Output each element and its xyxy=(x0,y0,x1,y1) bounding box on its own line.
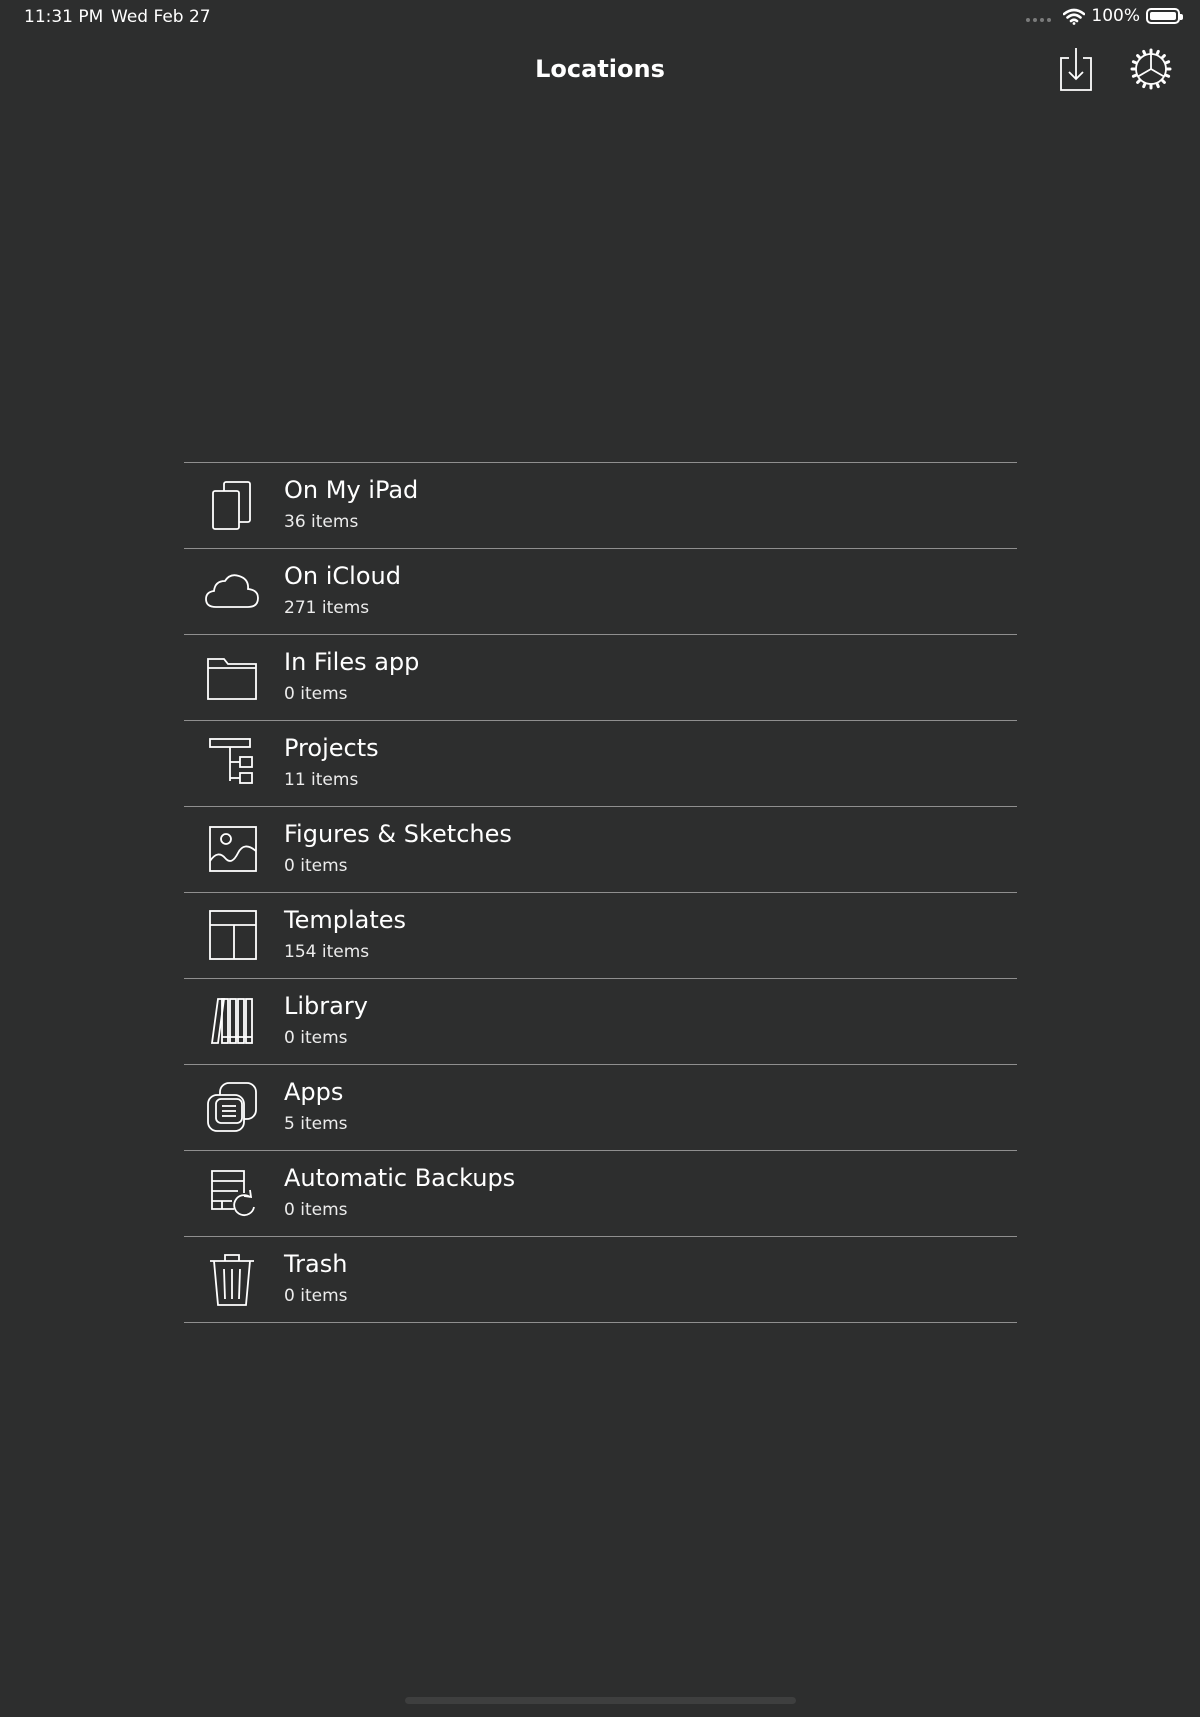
location-name: In Files app xyxy=(284,648,420,676)
settings-button[interactable] xyxy=(1128,46,1174,92)
location-count: 0 items xyxy=(284,1200,348,1220)
battery-icon xyxy=(1146,8,1183,24)
ipad-documents-icon xyxy=(204,477,260,533)
location-library[interactable]: Library 0 items xyxy=(184,979,1017,1065)
status-date: Wed Feb 27 xyxy=(111,7,211,27)
home-indicator[interactable] xyxy=(405,1697,796,1704)
location-name: Trash xyxy=(284,1250,348,1278)
location-figures-sketches[interactable]: Figures & Sketches 0 items xyxy=(184,807,1017,893)
location-name: Apps xyxy=(284,1078,344,1106)
location-count: 0 items xyxy=(284,1028,348,1048)
location-name: Figures & Sketches xyxy=(284,820,512,848)
location-count: 0 items xyxy=(284,1286,348,1306)
location-name: On iCloud xyxy=(284,562,401,590)
location-name: Library xyxy=(284,992,368,1020)
location-on-icloud[interactable]: On iCloud 271 items xyxy=(184,549,1017,635)
location-count: 36 items xyxy=(284,512,359,532)
folder-icon xyxy=(204,649,260,705)
location-count: 0 items xyxy=(284,684,348,704)
import-button[interactable] xyxy=(1053,46,1099,92)
image-icon xyxy=(204,821,260,877)
location-count: 154 items xyxy=(284,942,370,962)
location-automatic-backups[interactable]: Automatic Backups 0 items xyxy=(184,1151,1017,1237)
location-trash[interactable]: Trash 0 items xyxy=(184,1237,1017,1323)
location-count: 0 items xyxy=(284,856,348,876)
apps-icon xyxy=(204,1079,260,1135)
trash-icon xyxy=(204,1251,260,1307)
location-templates[interactable]: Templates 154 items xyxy=(184,893,1017,979)
location-name: Projects xyxy=(284,734,379,762)
backup-icon xyxy=(204,1165,260,1221)
location-projects[interactable]: Projects 11 items xyxy=(184,721,1017,807)
battery-percentage: 100% xyxy=(1091,6,1140,26)
location-count: 5 items xyxy=(284,1114,348,1134)
location-name: Templates xyxy=(284,906,407,934)
status-bar: 11:31 PM Wed Feb 27 100% xyxy=(0,0,1200,36)
gear-icon xyxy=(1130,48,1172,90)
import-icon xyxy=(1060,48,1092,91)
location-name: On My iPad xyxy=(284,476,419,504)
location-in-files-app[interactable]: In Files app 0 items xyxy=(184,635,1017,721)
page-title: Locations xyxy=(535,55,665,83)
locations-list: On My iPad 36 items On iCloud 271 items … xyxy=(184,462,1017,1323)
location-apps[interactable]: Apps 5 items xyxy=(184,1065,1017,1151)
wifi-icon xyxy=(1063,8,1086,25)
location-count: 271 items xyxy=(284,598,370,618)
projects-icon xyxy=(204,735,260,791)
status-time: 11:31 PM xyxy=(24,7,104,27)
library-icon xyxy=(204,993,260,1049)
location-name: Automatic Backups xyxy=(284,1164,516,1192)
status-indicators: 100% xyxy=(1026,6,1183,26)
location-count: 11 items xyxy=(284,770,359,790)
cloud-icon xyxy=(204,563,260,619)
template-icon xyxy=(204,907,260,963)
location-on-my-ipad[interactable]: On My iPad 36 items xyxy=(184,463,1017,549)
cellular-signal-icon xyxy=(1026,18,1052,22)
